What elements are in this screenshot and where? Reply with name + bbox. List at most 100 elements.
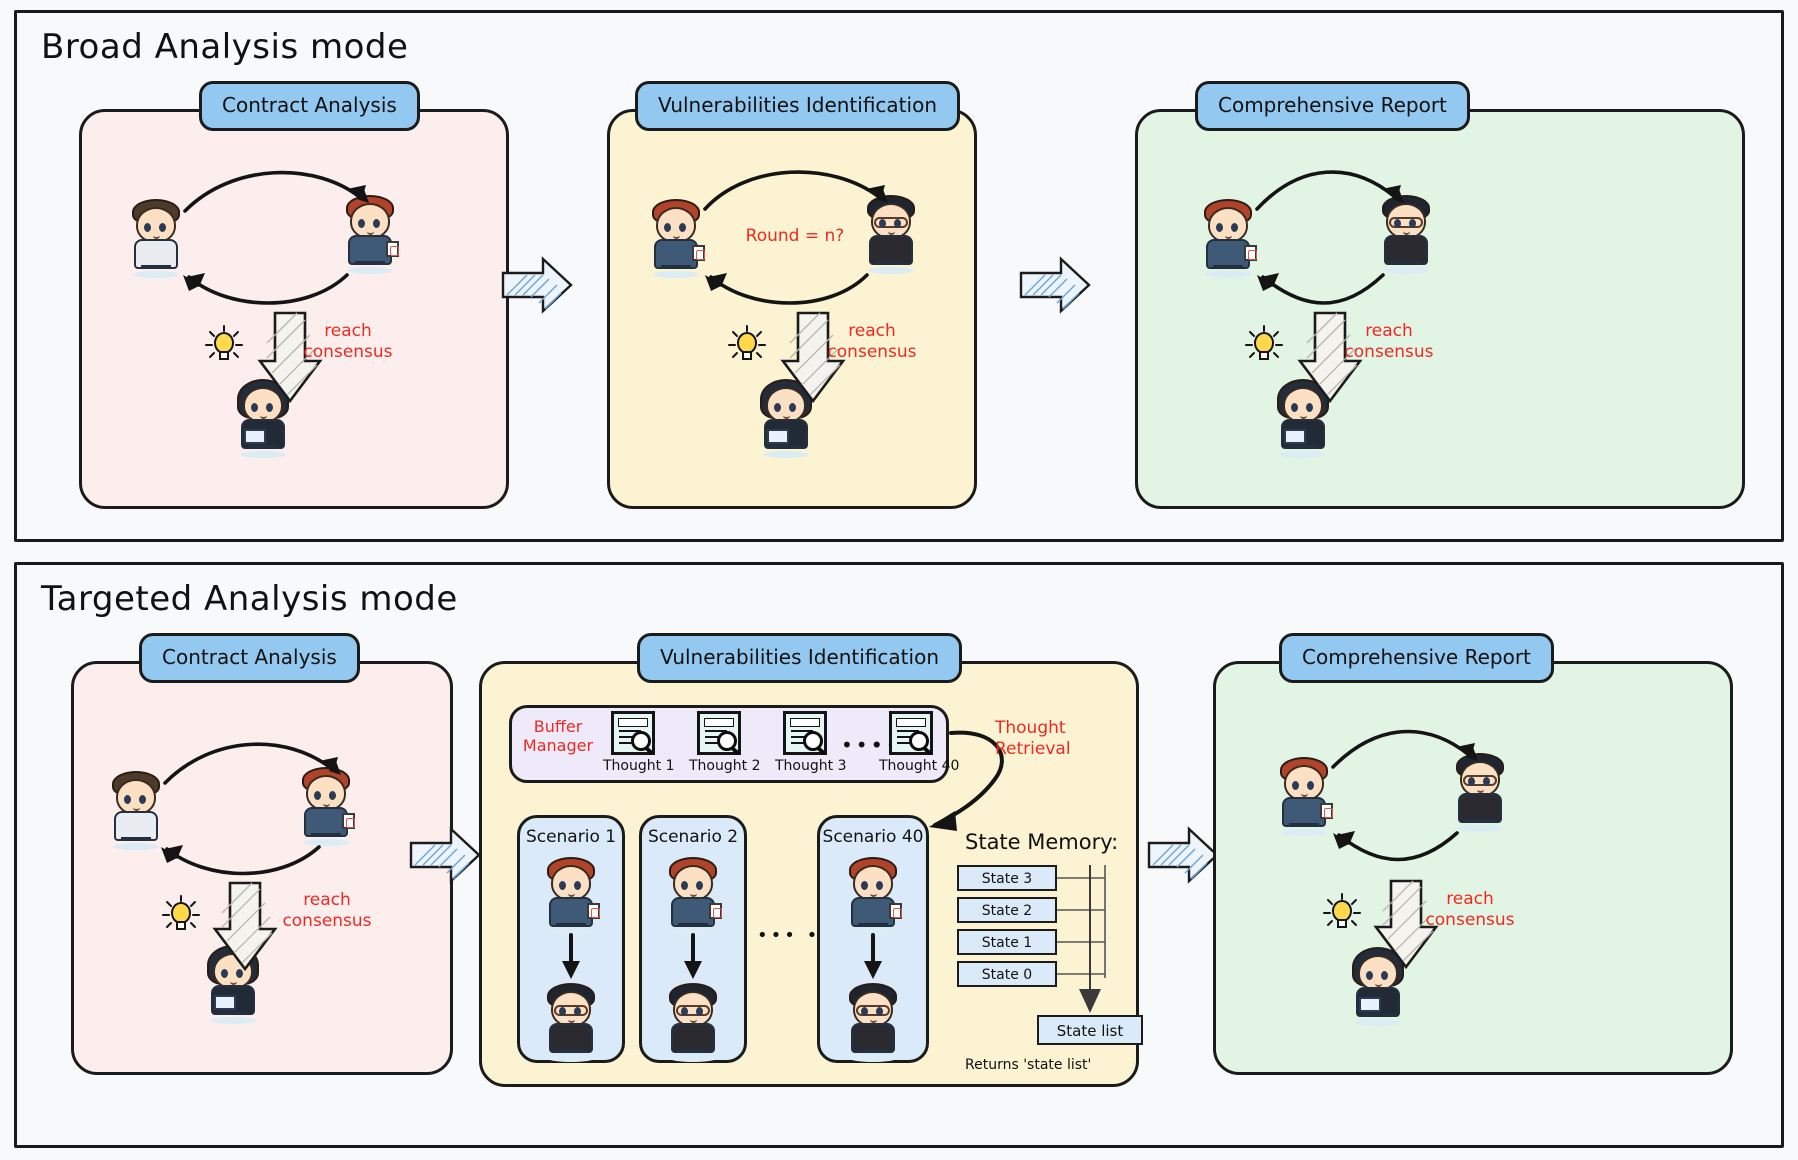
stage-label-broad-vulnerabilities[interactable]: Vulnerabilities Identification <box>635 81 960 131</box>
avatar-auditor <box>540 853 602 936</box>
document-icon <box>386 241 399 257</box>
avatar-eye-right <box>139 795 146 804</box>
magnifier-icon <box>717 731 737 751</box>
document-icon <box>1244 245 1257 261</box>
avatar-shadow <box>1281 829 1327 836</box>
avatar-eye-left <box>251 403 258 412</box>
mode-panel-broad: Broad Analysis mode Contract Analysis re… <box>14 10 1784 542</box>
stage-label-targeted-comprehensive-report[interactable]: Comprehensive Report <box>1279 633 1554 683</box>
avatar-lead <box>202 941 264 1024</box>
avatar-auditor <box>1273 753 1335 836</box>
stage-label-broad-comprehensive-report[interactable]: Comprehensive Report <box>1195 81 1470 131</box>
avatar-eye-right <box>1231 223 1238 232</box>
state-cell: State 0 <box>957 961 1057 987</box>
avatar-eye-right <box>894 219 901 228</box>
avatar-eye-right <box>876 1007 883 1016</box>
document-icon <box>587 903 600 919</box>
mode-panel-targeted: Targeted Analysis mode Contract Analysis <box>14 562 1784 1148</box>
avatar-engineer <box>842 979 904 1062</box>
avatar-eye-left <box>664 223 671 232</box>
avatar-eye-left <box>1291 403 1298 412</box>
avatar-eye-left <box>861 881 868 890</box>
consensus-note: reach consensus <box>1425 889 1515 931</box>
document-icon <box>1320 803 1333 819</box>
avatar-auditor <box>1197 195 1259 278</box>
state-memory-title: State Memory: <box>965 830 1119 854</box>
avatar-auditor <box>662 853 724 936</box>
state-cell: State 1 <box>957 929 1057 955</box>
document-search-icon <box>889 711 933 755</box>
stage-label-targeted-contract-analysis[interactable]: Contract Analysis <box>139 633 360 683</box>
avatar-eye-right <box>1409 219 1416 228</box>
avatar-eye-right <box>266 403 273 412</box>
laptop-icon <box>244 429 266 444</box>
stage-label-broad-contract-analysis[interactable]: Contract Analysis <box>199 81 420 131</box>
avatar-shadow <box>240 451 286 458</box>
avatar-auditor <box>842 853 904 936</box>
scenario-title: Scenario 2 <box>647 827 739 847</box>
thought-card[interactable]: Thought 3 <box>775 711 847 774</box>
laptop-icon <box>1284 429 1306 444</box>
document-icon <box>342 813 355 829</box>
avatar-eye-right <box>876 881 883 890</box>
mode-title-targeted: Targeted Analysis mode <box>41 579 458 619</box>
avatar-eye-right <box>574 881 581 890</box>
avatar-shadow <box>670 1055 716 1062</box>
avatar-eye-left <box>358 219 365 228</box>
stage-transition-arrow-2 <box>1017 253 1093 321</box>
avatar-eye-left <box>1394 219 1401 228</box>
stage-card-broad-contract-analysis <box>79 109 509 509</box>
avatar-shadow <box>210 1017 256 1024</box>
avatar-lead <box>1272 375 1334 458</box>
stage-transition-arrow-4 <box>1145 823 1221 891</box>
avatar-shadow <box>303 839 349 846</box>
laptop-icon <box>214 995 236 1010</box>
avatar-auditor <box>339 191 401 274</box>
avatar-shadow <box>548 1055 594 1062</box>
avatar-eye-right <box>159 223 166 232</box>
avatar-shadow <box>1355 1019 1401 1026</box>
stage-label-targeted-vulnerabilities[interactable]: Vulnerabilities Identification <box>637 633 962 683</box>
avatar-shadow <box>548 929 594 936</box>
stage-card-broad-comprehensive-report <box>1135 109 1745 509</box>
document-icon <box>692 245 705 261</box>
avatar-eye-right <box>329 791 336 800</box>
state-list-box: State list <box>1037 1015 1143 1045</box>
consensus-note: reach consensus <box>827 321 917 363</box>
state-cell: State 2 <box>957 897 1057 923</box>
avatar-eye-left <box>314 791 321 800</box>
avatar-lead <box>1347 943 1409 1026</box>
avatar-shadow <box>347 267 393 274</box>
avatar-eye-left <box>879 219 886 228</box>
avatar-eye-right <box>373 219 380 228</box>
avatar-eye-right <box>696 1007 703 1016</box>
avatar-eye-left <box>559 1007 566 1016</box>
avatar-eye-left <box>774 403 781 412</box>
avatar-developer <box>105 767 167 850</box>
avatar-eye-right <box>1483 777 1490 786</box>
avatar-eye-right <box>1381 971 1388 980</box>
avatar-engineer <box>540 979 602 1062</box>
avatar-engineer <box>860 191 922 274</box>
avatar-shadow <box>850 1055 896 1062</box>
avatar-eye-left <box>861 1007 868 1016</box>
round-condition-note: Round = n? <box>745 226 845 246</box>
lightbulb-icon <box>162 893 200 935</box>
lightbulb-icon <box>728 323 766 365</box>
avatar-eye-right <box>1306 403 1313 412</box>
thought-card[interactable]: Thought 40 <box>879 711 959 774</box>
avatar-eye-right <box>236 969 243 978</box>
avatar-eye-right <box>574 1007 581 1016</box>
avatar-eye-right <box>679 223 686 232</box>
diagram-canvas: Broad Analysis mode Contract Analysis re… <box>0 0 1798 1160</box>
avatar-auditor <box>645 195 707 278</box>
avatar-eye-left <box>681 1007 688 1016</box>
scenario-title: Scenario 40 <box>822 827 924 847</box>
avatar-engineer <box>662 979 724 1062</box>
avatar-shadow <box>1280 451 1326 458</box>
thought-label: Thought 2 <box>689 758 761 774</box>
stage-transition-arrow-3 <box>407 823 483 891</box>
thought-card[interactable]: Thought 1 <box>603 711 674 774</box>
thought-label: Thought 3 <box>775 758 847 774</box>
thought-card[interactable]: Thought 2 <box>689 711 761 774</box>
